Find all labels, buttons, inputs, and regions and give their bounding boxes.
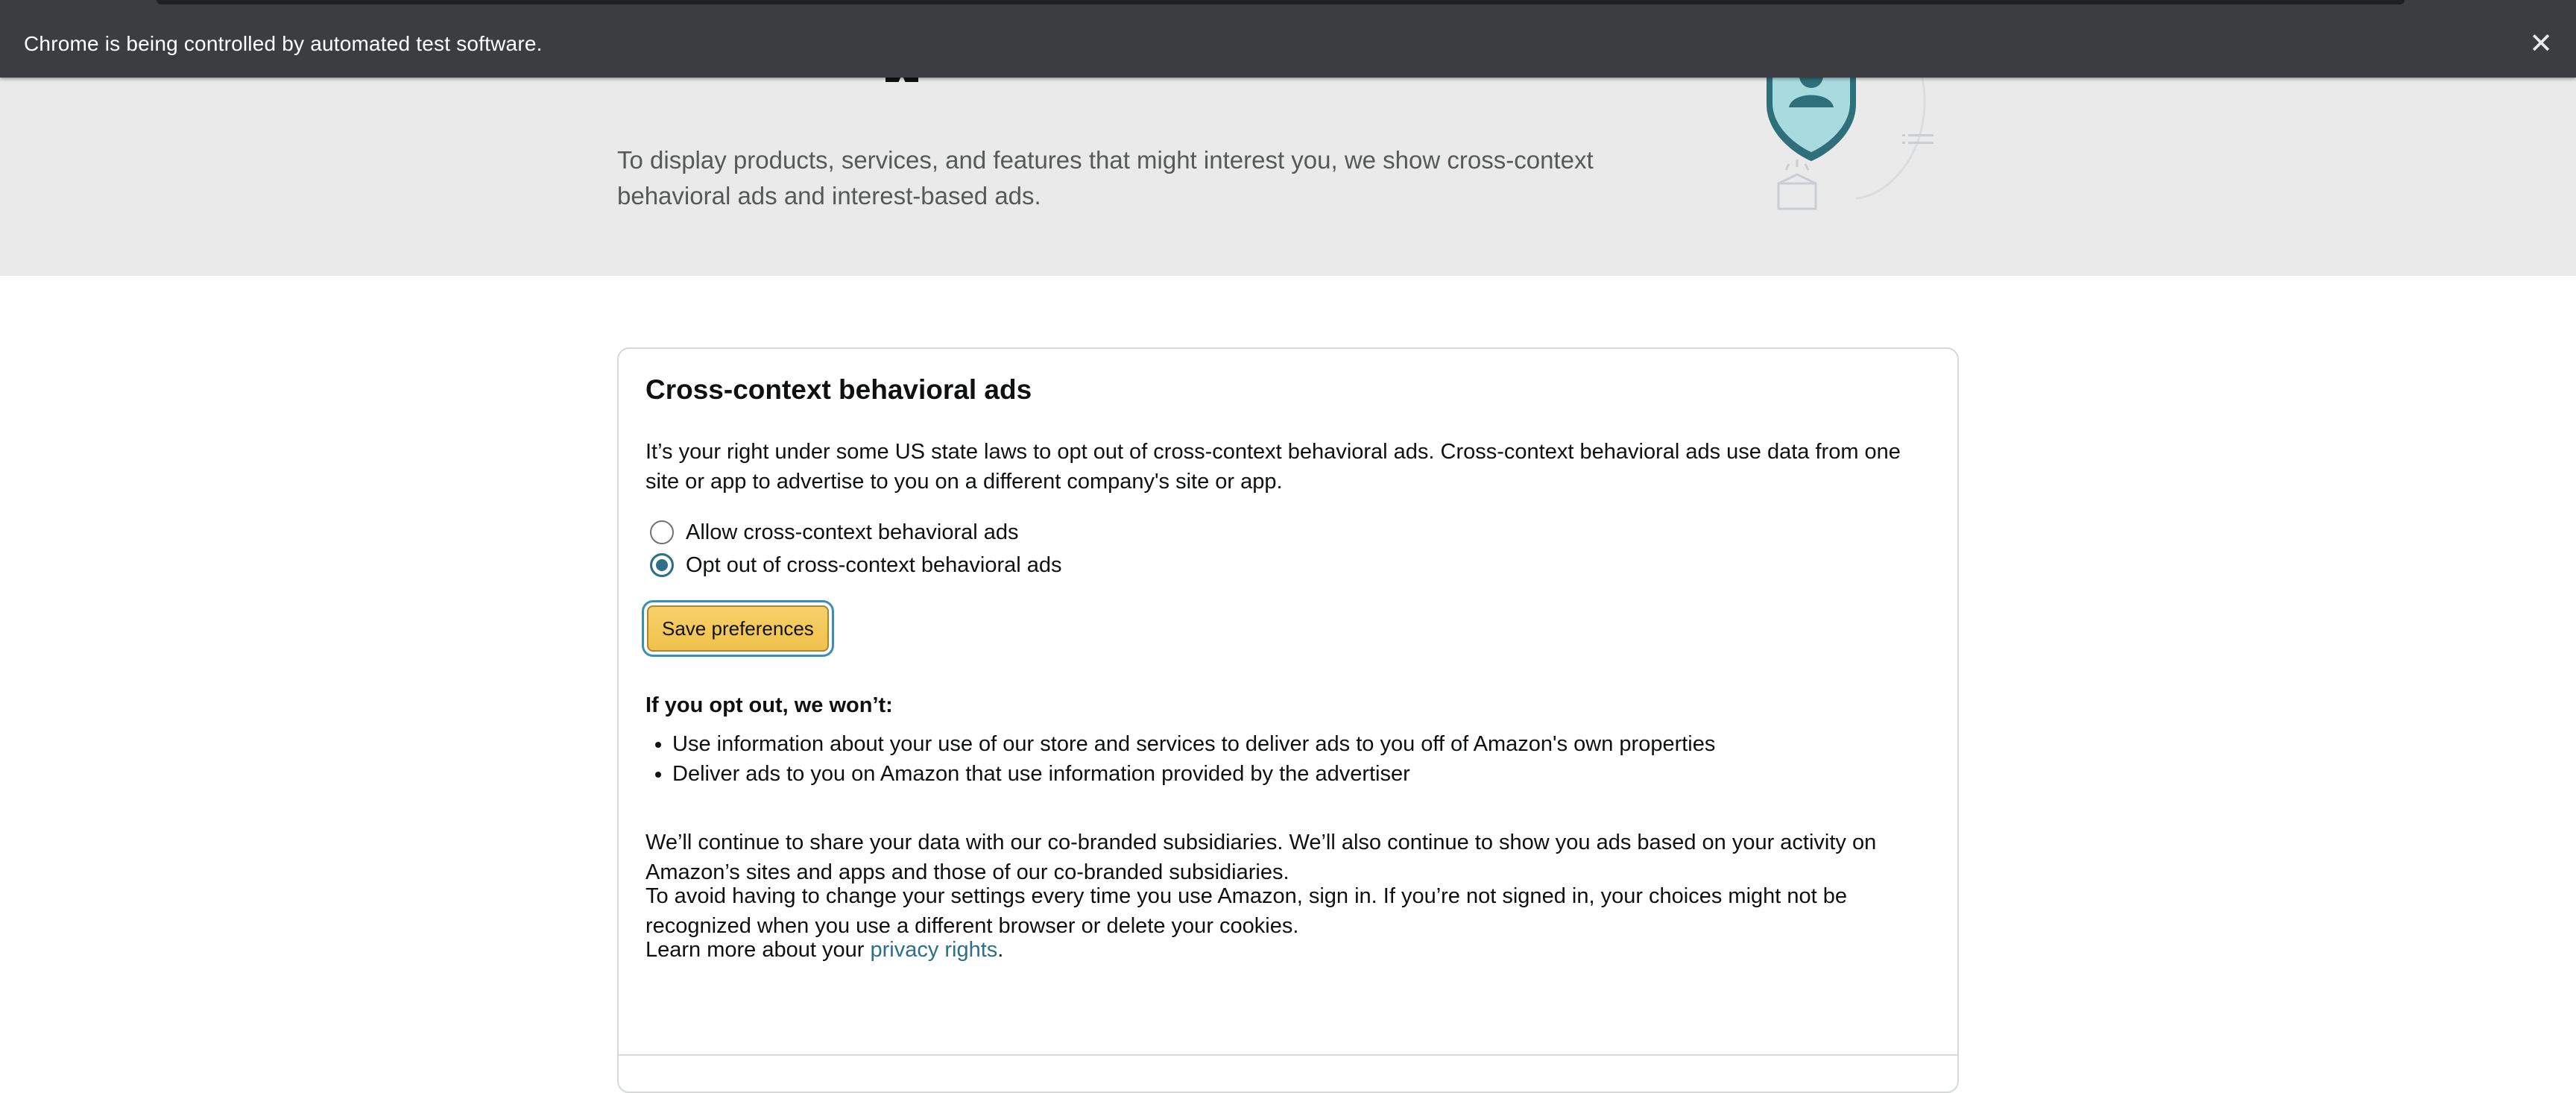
close-icon[interactable]: ✕ (2524, 27, 2558, 61)
automation-message: Chrome is being controlled by automated … (24, 32, 543, 55)
list-item: Deliver ads to you on Amazon that use in… (672, 759, 1935, 789)
sign-in-note: To avoid having to change your settings … (645, 884, 1848, 938)
save-preferences-button[interactable]: Save preferences (647, 605, 829, 652)
opt-out-list: Use information about your use of our st… (645, 729, 1935, 789)
opt-out-radio[interactable] (650, 553, 674, 577)
allow-ads-option[interactable]: Allow cross-context behavioral ads (650, 517, 1018, 547)
card-description: It’s your right under some US state laws… (645, 440, 1901, 494)
opt-out-option[interactable]: Opt out of cross-context behavioral ads (650, 550, 1062, 580)
allow-ads-radio[interactable] (650, 520, 674, 544)
opt-out-label[interactable]: Opt out of cross-context behavioral ads (686, 550, 1062, 580)
automation-infobar: Chrome is being controlled by automated … (0, 0, 2576, 78)
cross-context-ads-card: Cross-context behavioral ads It’s your r… (617, 347, 1959, 1093)
privacy-rights-link[interactable]: privacy rights (870, 938, 997, 962)
list-item: Use information about your use of our st… (672, 729, 1935, 759)
learn-more-suffix: . (997, 938, 1004, 962)
allow-ads-label[interactable]: Allow cross-context behavioral ads (686, 517, 1018, 547)
learn-more-line: Learn more about your privacy rights. (645, 935, 1935, 965)
learn-more-prefix: Learn more about your (645, 938, 871, 962)
opt-out-heading: If you opt out, we won’t: (645, 693, 893, 717)
card-divider (619, 1054, 1957, 1056)
tab-strip-edge (157, 0, 2405, 4)
hero-intro-text: To display products, services, and featu… (617, 146, 1594, 210)
card-title: Cross-context behavioral ads (645, 374, 1032, 405)
continue-sharing-text: We’ll continue to share your data with o… (645, 831, 1877, 884)
